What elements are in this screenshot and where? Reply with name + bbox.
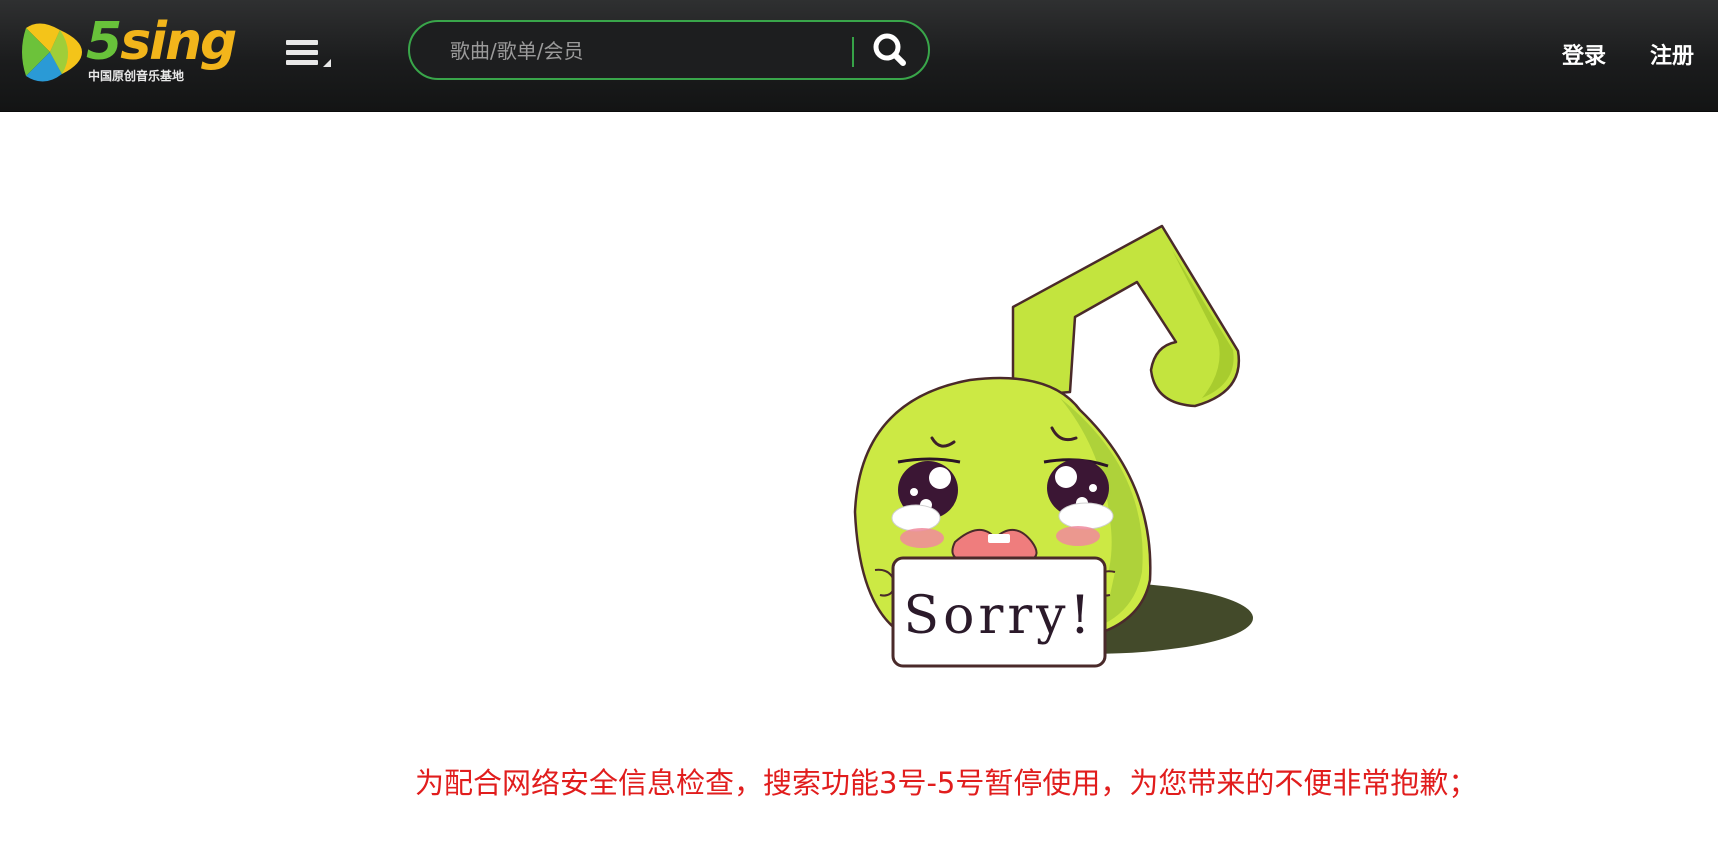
sorry-mascot-illustration: Sorry! [853, 224, 1253, 668]
sorry-sign-text: Sorry! [904, 586, 1095, 646]
menu-button[interactable] [286, 38, 334, 72]
mascot-tooth [988, 534, 1010, 543]
left-blush [900, 528, 944, 548]
search-bar [408, 20, 930, 80]
logo-tagline: 中国原创音乐基地 [88, 69, 185, 83]
site-logo[interactable]: 5sing 中国原创音乐基地 [20, 12, 237, 86]
login-link[interactable]: 登录 [1562, 38, 1606, 70]
search-button[interactable] [866, 28, 914, 72]
search-icon [873, 33, 906, 66]
music-note-stem [1011, 224, 1241, 408]
logo-wordmark: 5sing [86, 12, 237, 72]
register-link[interactable]: 注册 [1650, 38, 1694, 70]
right-blush [1056, 526, 1100, 546]
search-divider [852, 37, 854, 67]
top-navigation-bar: 5sing 中国原创音乐基地 登录 注册 [0, 0, 1718, 112]
play-logo-icon [22, 23, 82, 82]
notice-message: 为配合网络安全信息检查，搜索功能3号-5号暂停使用，为您带来的不便非常抱歉； [415, 766, 1478, 800]
sorry-sign: Sorry! [891, 556, 1107, 668]
hamburger-icon [286, 40, 331, 67]
search-input[interactable] [448, 34, 852, 68]
